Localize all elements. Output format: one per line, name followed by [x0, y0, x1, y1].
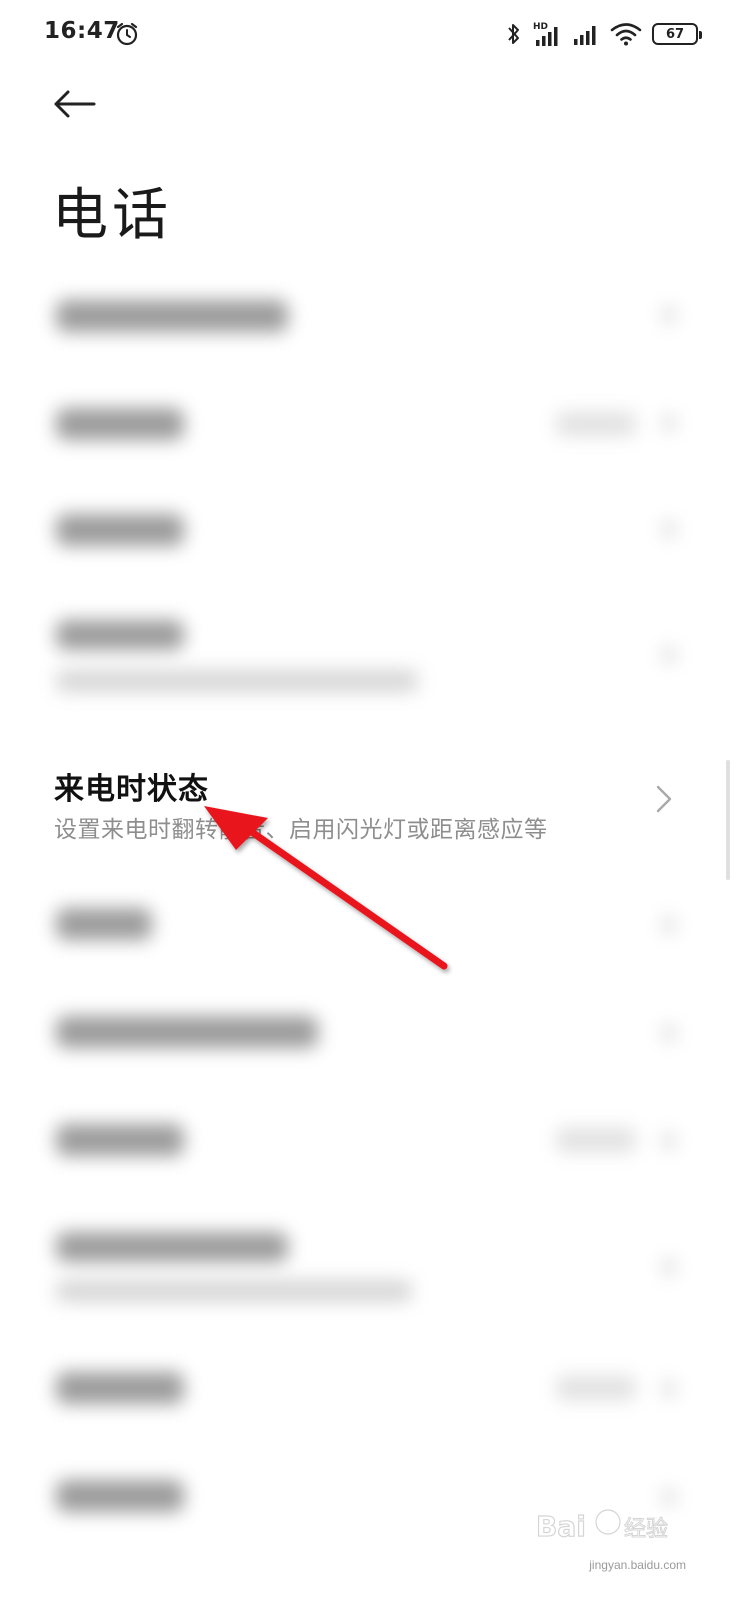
alarm-icon	[116, 22, 138, 46]
blurred-setting-item[interactable]	[0, 1198, 738, 1330]
blurred-setting-item[interactable]	[0, 982, 738, 1090]
blurred-setting-item[interactable]	[0, 586, 738, 722]
blurred-setting-item[interactable]	[0, 1338, 738, 1446]
status-time: 16:47	[44, 18, 120, 44]
svg-text:Bai: Bai	[536, 1510, 586, 1543]
incoming-call-status-item[interactable]: 来电时状态 设置来电时翻转静音、启用闪光灯或距离感应等	[0, 722, 738, 872]
status-icons: HD 67	[506, 18, 702, 50]
setting-subtitle: 设置来电时翻转静音、启用闪光灯或距离感应等	[54, 817, 548, 843]
svg-text:经验: 经验	[624, 1517, 668, 1542]
svg-text:HD: HD	[533, 22, 548, 32]
page-title: 电话	[52, 183, 172, 248]
status-bar: 16:47 HD 67	[0, 0, 738, 70]
wifi-icon	[610, 23, 642, 46]
chevron-right-icon	[656, 785, 672, 813]
setting-title: 来电时状态	[54, 772, 209, 807]
signal-icon	[574, 26, 596, 45]
baidu-jingyan-watermark: Bai 经验	[536, 1509, 669, 1544]
scroll-indicator	[726, 760, 730, 880]
blurred-setting-item[interactable]	[0, 1090, 738, 1198]
hd-signal-icon: HD	[533, 22, 558, 46]
blurred-setting-item[interactable]	[0, 370, 738, 478]
battery-icon: 67	[652, 23, 702, 45]
battery-level: 67	[665, 26, 685, 42]
watermark-url: jingyan.baidu.com	[589, 1558, 686, 1572]
blurred-setting-item[interactable]	[0, 262, 738, 370]
bluetooth-icon	[508, 24, 519, 44]
arrow-left-icon	[54, 90, 96, 118]
back-button[interactable]	[52, 82, 104, 126]
blurred-setting-item[interactable]	[0, 874, 738, 982]
blurred-setting-item[interactable]	[0, 478, 738, 586]
